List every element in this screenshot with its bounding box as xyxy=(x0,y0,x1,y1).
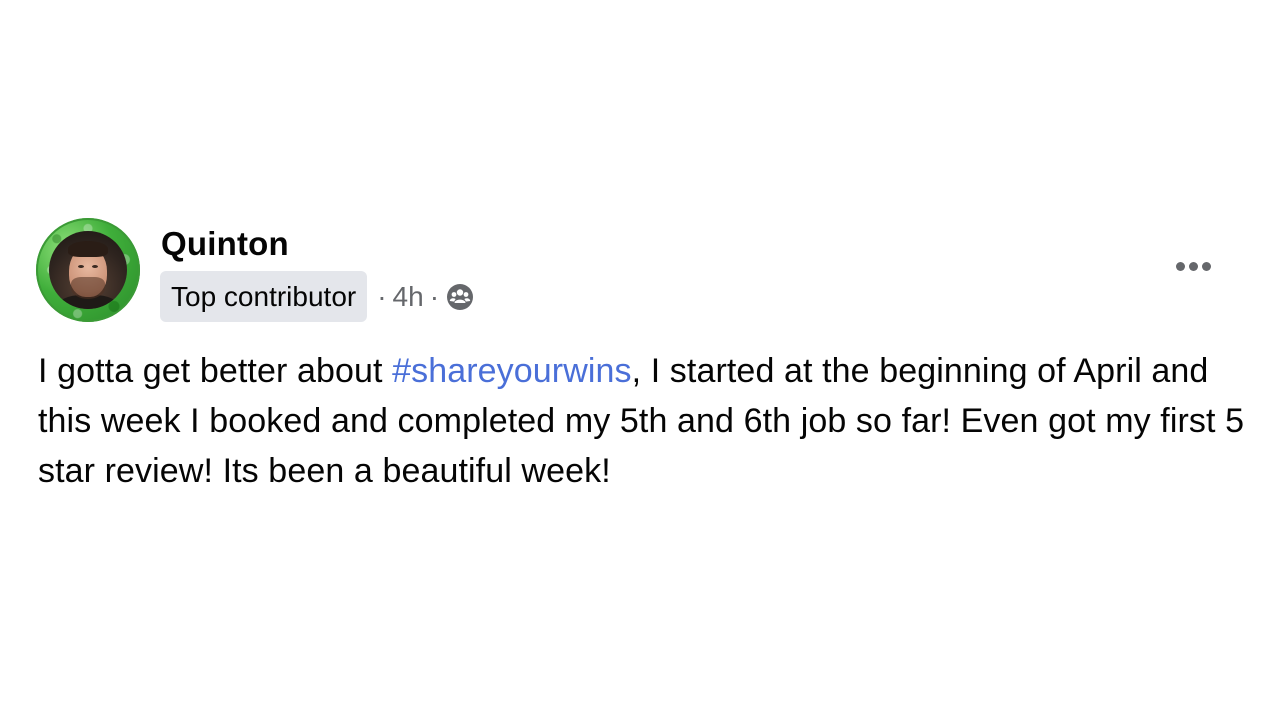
avatar-photo xyxy=(49,231,127,309)
author-name[interactable]: Quinton xyxy=(161,224,289,264)
group-members-icon[interactable] xyxy=(445,282,475,312)
hashtag-link[interactable]: #shareyourwins xyxy=(392,352,632,390)
post-meta: Top contributor · 4h · xyxy=(160,271,475,322)
more-options-icon xyxy=(1175,261,1211,271)
top-contributor-badge[interactable]: Top contributor xyxy=(160,271,368,322)
post-text-before: I gotta get better about xyxy=(38,352,393,390)
post-timestamp[interactable]: 4h xyxy=(393,281,424,313)
post-text: I gotta get better about #shareyourwins,… xyxy=(38,346,1268,496)
meta-separator: · xyxy=(377,280,387,312)
meta-separator: · xyxy=(429,280,440,312)
more-options-button[interactable] xyxy=(1165,245,1221,287)
author-avatar[interactable] xyxy=(36,218,140,322)
post-card: Quinton Top contributor · 4h · I gotta g… xyxy=(0,0,1280,720)
